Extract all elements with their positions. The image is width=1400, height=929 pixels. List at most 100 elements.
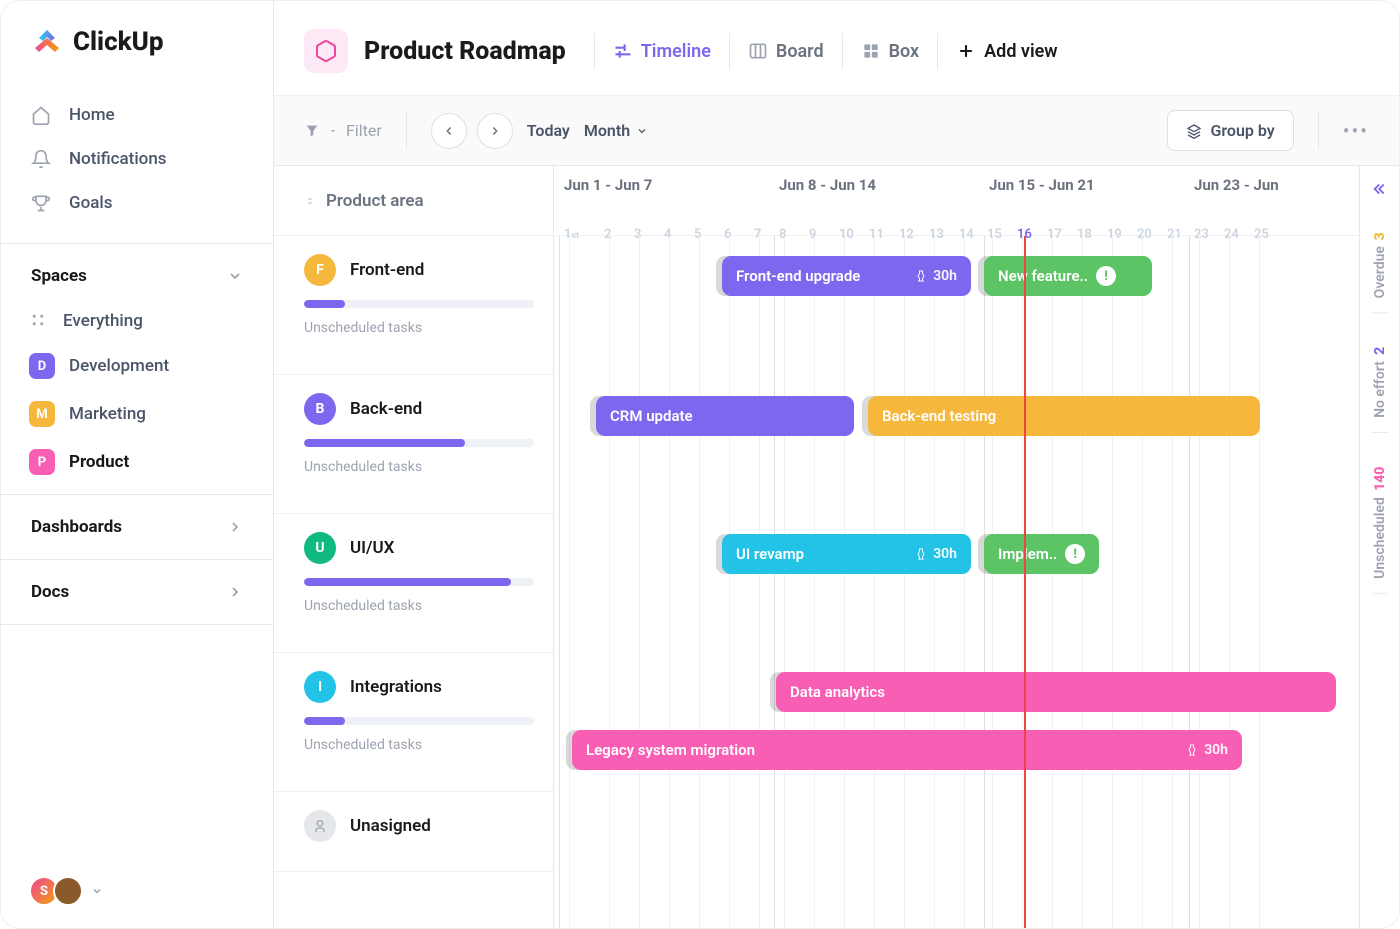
group-name: Front-end <box>350 260 424 280</box>
chevron-down-icon <box>636 125 648 137</box>
unscheduled-label: Unscheduled tasks <box>304 737 523 753</box>
task-label: Data analytics <box>790 683 885 701</box>
week-label: Jun 23 - Jun <box>1194 176 1279 194</box>
group-by-button[interactable]: Group by <box>1167 110 1293 151</box>
group-row[interactable]: UUI/UXUnscheduled tasks <box>274 514 553 653</box>
space-marketing[interactable]: M Marketing <box>1 390 273 438</box>
space-badge: P <box>29 449 55 475</box>
space-badge: D <box>29 353 55 379</box>
week-label: Jun 8 - Jun 14 <box>779 176 876 194</box>
today-indicator <box>1024 236 1026 928</box>
task-bar[interactable]: Data analytics <box>776 672 1336 712</box>
chevron-right-icon <box>488 124 502 138</box>
task-bar[interactable]: Implem..! <box>984 534 1099 574</box>
today-button[interactable]: Today <box>527 121 570 140</box>
chevron-right-icon <box>227 584 243 600</box>
sort-icon <box>304 194 316 208</box>
brand-logo[interactable]: ClickUp <box>1 1 273 83</box>
group-row[interactable]: F Front-end Unscheduled tasks <box>274 236 553 375</box>
column-header[interactable]: Product area <box>274 166 553 236</box>
group-badge: F <box>304 254 336 286</box>
warning-icon: ! <box>1096 266 1116 286</box>
rail-overdue[interactable]: Overdue 3 <box>1372 218 1388 313</box>
task-label: CRM update <box>610 407 693 425</box>
group-name: UI/UX <box>350 538 394 558</box>
view-tab-timeline[interactable]: Timeline <box>594 33 729 70</box>
nav-notifications[interactable]: Notifications <box>1 137 273 181</box>
next-button[interactable] <box>477 113 513 149</box>
folder-icon <box>304 29 348 73</box>
task-label: UI revamp <box>736 545 804 563</box>
week-label: Jun 1 - Jun 7 <box>564 176 652 194</box>
box-icon <box>861 41 881 61</box>
progress-bar <box>304 439 534 447</box>
home-icon <box>31 105 51 125</box>
spaces-header[interactable]: Spaces <box>1 252 273 300</box>
group-name: Unasigned <box>350 816 431 836</box>
period-selector[interactable]: Month <box>584 121 648 140</box>
task-bar[interactable]: Legacy system migration30h <box>572 730 1242 770</box>
space-everything-label: Everything <box>63 311 143 331</box>
nav-goals-label: Goals <box>69 193 112 213</box>
space-label: Development <box>69 356 169 376</box>
nav-home-label: Home <box>69 105 115 125</box>
spaces-title: Spaces <box>31 266 87 286</box>
group-badge: I <box>304 671 336 703</box>
plus-icon <box>956 41 976 61</box>
task-hours: 30h <box>915 546 957 562</box>
brand-name: ClickUp <box>73 27 164 57</box>
docs-title: Docs <box>31 582 69 602</box>
page-title: Product Roadmap <box>364 37 566 66</box>
rail-no-effort[interactable]: No effort 2 <box>1372 333 1388 433</box>
task-bar[interactable]: CRM update <box>596 396 854 436</box>
trophy-icon <box>31 193 51 213</box>
task-bar[interactable]: Front-end upgrade30h <box>722 256 971 296</box>
space-product[interactable]: P Product <box>1 438 273 486</box>
prev-button[interactable] <box>431 113 467 149</box>
dashboards-header[interactable]: Dashboards <box>1 503 273 551</box>
task-bar[interactable]: UI revamp 30h <box>722 534 971 574</box>
nav-goals[interactable]: Goals <box>1 181 273 225</box>
dashboards-title: Dashboards <box>31 517 122 537</box>
group-row[interactable]: Unasigned <box>274 792 553 872</box>
progress-bar <box>304 300 534 308</box>
layers-icon <box>1186 123 1202 139</box>
group-badge: U <box>304 532 336 564</box>
more-button[interactable]: ••• <box>1343 119 1369 143</box>
rail-unscheduled[interactable]: Unscheduled 140 <box>1372 453 1388 594</box>
caret-down-icon <box>328 126 338 136</box>
task-bar[interactable]: Back-end testing <box>868 396 1260 436</box>
view-tab-board[interactable]: Board <box>729 33 842 70</box>
space-everything[interactable]: Everything <box>1 300 273 342</box>
group-row[interactable]: BBack-endUnscheduled tasks <box>274 375 553 514</box>
bell-icon <box>31 149 51 169</box>
group-name: Back-end <box>350 399 422 419</box>
week-label: Jun 15 - Jun 21 <box>989 176 1095 194</box>
group-row[interactable]: I Integrations Unscheduled tasks <box>274 653 553 792</box>
docs-header[interactable]: Docs <box>1 568 273 616</box>
chevron-down-icon <box>227 268 243 284</box>
unscheduled-label: Unscheduled tasks <box>304 320 523 336</box>
chevron-down-icon <box>91 885 103 897</box>
user-avatars[interactable]: S <box>1 854 273 928</box>
add-view-button[interactable]: Add view <box>937 33 1075 70</box>
board-icon <box>748 41 768 61</box>
timeline-icon <box>613 41 633 61</box>
collapse-icon[interactable] <box>1371 180 1389 198</box>
task-label: Legacy system migration <box>586 741 755 759</box>
space-label: Product <box>69 452 129 472</box>
view-tab-box[interactable]: Box <box>842 33 938 70</box>
group-name: Integrations <box>350 677 442 697</box>
unscheduled-label: Unscheduled tasks <box>304 459 523 475</box>
avatar <box>53 876 83 906</box>
clickup-logo-icon <box>31 26 63 58</box>
chevron-left-icon <box>442 124 456 138</box>
filter-button[interactable]: Filter <box>304 121 382 140</box>
task-label: Implem.. <box>998 545 1057 563</box>
task-bar[interactable]: New feature..! <box>984 256 1152 296</box>
task-label: New feature.. <box>998 267 1088 285</box>
progress-bar <box>304 578 534 586</box>
nav-home[interactable]: Home <box>1 93 273 137</box>
space-development[interactable]: D Development <box>1 342 273 390</box>
progress-bar <box>304 717 534 725</box>
